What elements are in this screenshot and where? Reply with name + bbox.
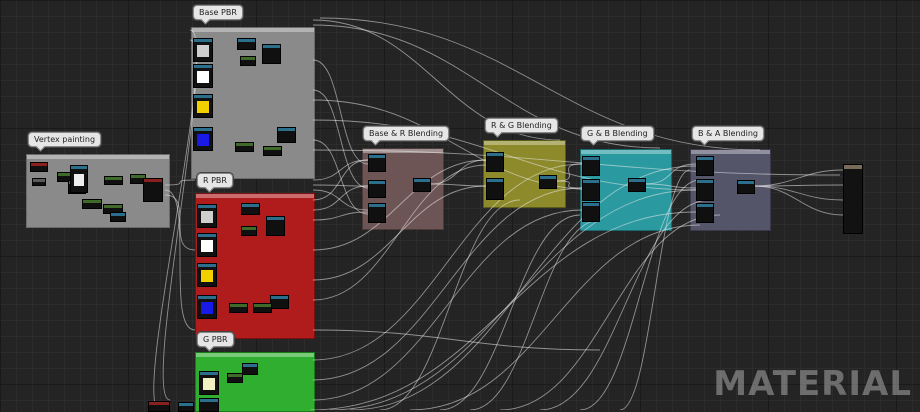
connection-wire <box>499 214 721 410</box>
lerp-node[interactable] <box>413 178 431 192</box>
connection-wire <box>312 139 369 215</box>
connection-wire <box>312 184 369 187</box>
lerp-node[interactable] <box>539 175 557 189</box>
texture-sample-node[interactable] <box>197 233 217 257</box>
material-node[interactable] <box>237 38 256 50</box>
lerp-node[interactable] <box>696 179 714 201</box>
material-node[interactable] <box>242 363 258 375</box>
material-node[interactable] <box>240 56 256 66</box>
material-node[interactable] <box>148 401 170 412</box>
watermark-text: MATERIAL <box>713 364 912 404</box>
texture-sample-node[interactable] <box>70 165 88 193</box>
lerp-node[interactable] <box>628 178 646 192</box>
connection-wire <box>409 224 701 410</box>
comment-title-r-pbr[interactable]: R PBR <box>197 173 233 188</box>
material-node[interactable] <box>32 178 46 186</box>
lerp-node[interactable] <box>582 156 600 176</box>
material-node[interactable] <box>143 178 163 202</box>
material-node[interactable] <box>227 373 243 383</box>
comment-title-g-b-blending[interactable]: G & B Blending <box>581 126 654 141</box>
material-node[interactable] <box>229 303 248 313</box>
comment-title-g-pbr[interactable]: G PBR <box>197 332 234 347</box>
connection-wire <box>312 59 369 165</box>
comment-title-base-r-blending[interactable]: Base & R Blending <box>363 126 450 141</box>
texture-sample-node[interactable] <box>197 295 217 319</box>
material-node[interactable] <box>263 146 282 156</box>
comment-title-base-pbr[interactable]: Base PBR <box>193 5 243 20</box>
material-node[interactable] <box>241 203 260 215</box>
connection-wire <box>309 211 697 410</box>
connection-wire <box>312 159 369 201</box>
material-node[interactable] <box>104 176 123 185</box>
material-node[interactable] <box>277 127 296 143</box>
texture-sample-node[interactable] <box>193 94 213 118</box>
connection-wire <box>439 214 581 410</box>
connection-wire <box>312 159 369 181</box>
connection-wire <box>312 187 583 381</box>
comment-title-vertex-painting[interactable]: Vertex painting <box>28 132 102 147</box>
texture-sample-node[interactable] <box>193 127 213 151</box>
texture-sample-node[interactable] <box>193 38 213 62</box>
material-node[interactable] <box>235 142 254 152</box>
texture-sample-node[interactable] <box>197 263 217 287</box>
comment-title-r-g-blending[interactable]: R & G Blending <box>485 118 558 133</box>
lerp-node[interactable] <box>737 180 755 194</box>
connection-wire <box>539 199 711 410</box>
lerp-node[interactable] <box>696 203 714 223</box>
vertex-color-node[interactable] <box>30 162 48 172</box>
material-node[interactable] <box>82 199 102 209</box>
connection-wire <box>312 211 369 221</box>
lerp-node[interactable] <box>582 202 600 222</box>
material-node[interactable] <box>270 295 289 309</box>
comment-title-b-a-blending[interactable]: B & A Blending <box>692 126 764 141</box>
texture-sample-node[interactable] <box>199 371 219 395</box>
connection-wire <box>312 189 369 211</box>
material-output-node[interactable] <box>843 164 863 234</box>
material-node[interactable] <box>266 216 285 236</box>
connection-wire <box>379 199 521 410</box>
connection-wire <box>312 185 369 211</box>
connection-wire <box>312 209 583 401</box>
lerp-node[interactable] <box>486 178 504 200</box>
lerp-node[interactable] <box>696 156 714 176</box>
connection-wire <box>312 329 601 351</box>
lerp-node[interactable] <box>368 154 386 172</box>
material-node[interactable] <box>262 44 281 64</box>
lerp-node[interactable] <box>368 180 386 198</box>
lerp-node[interactable] <box>486 152 504 172</box>
material-node[interactable] <box>178 402 194 412</box>
material-node[interactable] <box>253 303 272 313</box>
material-node[interactable] <box>110 212 126 222</box>
connection-wire <box>312 89 369 189</box>
lerp-node[interactable] <box>582 179 600 201</box>
material-node[interactable] <box>241 226 257 236</box>
connection-wire <box>469 219 601 410</box>
lerp-node[interactable] <box>368 203 386 223</box>
texture-sample-node[interactable] <box>197 204 217 228</box>
texture-sample-node[interactable] <box>193 64 213 88</box>
